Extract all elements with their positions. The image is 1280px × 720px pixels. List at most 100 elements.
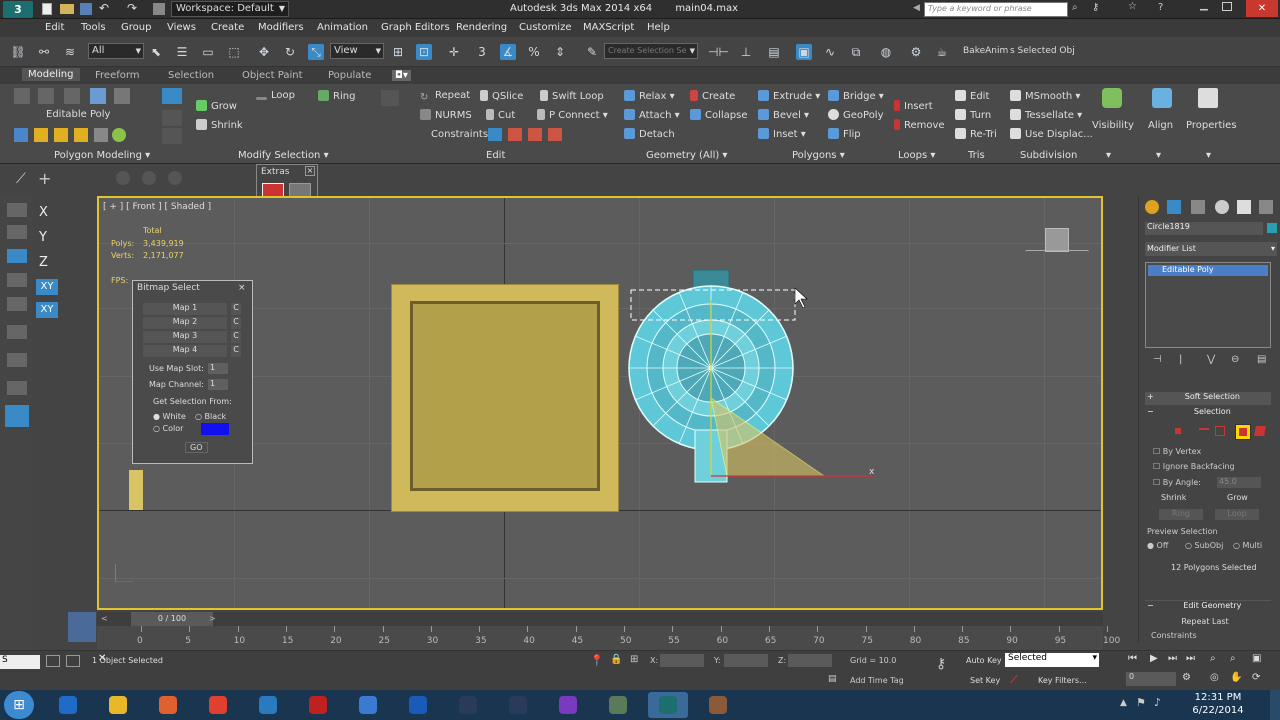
- flash-icon[interactable]: [298, 692, 338, 718]
- zoom-icon[interactable]: ⌕: [1210, 653, 1216, 664]
- app3-icon[interactable]: [698, 692, 738, 718]
- menu-tools[interactable]: Tools: [81, 22, 106, 33]
- render-setup-icon[interactable]: ⚙: [908, 44, 924, 60]
- rect-selection-icon[interactable]: ▭: [200, 44, 216, 60]
- inset-button[interactable]: Inset ▾: [758, 128, 806, 140]
- edit-geometry-rollout[interactable]: − Edit Geometry: [1145, 600, 1271, 613]
- x-coord-field[interactable]: [660, 654, 704, 667]
- current-frame-field[interactable]: 0: [1126, 672, 1176, 686]
- detach-button[interactable]: Detach: [624, 128, 675, 140]
- go-button[interactable]: GO: [185, 442, 208, 453]
- edit-tris-button[interactable]: Edit: [955, 90, 989, 102]
- star-icon[interactable]: ☆: [1128, 1, 1137, 12]
- lock-selection-icon[interactable]: 🔒: [610, 654, 622, 665]
- cut-button[interactable]: Cut: [486, 109, 515, 121]
- close-icon[interactable]: ✕: [1246, 0, 1278, 17]
- visibility-section-dropdown[interactable]: ▾: [1106, 150, 1111, 161]
- toggle-icon[interactable]: [112, 128, 126, 142]
- app-icon[interactable]: [248, 692, 288, 718]
- axis-xy-button[interactable]: XY: [36, 279, 58, 295]
- selected-obj-label[interactable]: s Selected Obj: [1010, 46, 1075, 56]
- border-level-icon[interactable]: [1215, 426, 1225, 436]
- constraint-edge-icon[interactable]: [508, 128, 522, 141]
- pin-stack-icon[interactable]: ⊣: [1153, 354, 1162, 365]
- tris-section[interactable]: Tris: [968, 150, 985, 161]
- time-tag-icon[interactable]: ▤: [828, 674, 837, 684]
- tab-modeling[interactable]: Modeling: [22, 68, 80, 81]
- material-editor-icon[interactable]: ◍: [878, 44, 894, 60]
- repeat-button[interactable]: ↻ Repeat: [420, 90, 470, 103]
- object-name-field[interactable]: Circle1819: [1145, 222, 1263, 235]
- constraint-normal-icon[interactable]: [548, 128, 562, 141]
- show-end-result-icon[interactable]: |: [1179, 354, 1182, 365]
- map-slot-spinner[interactable]: 1: [208, 363, 228, 374]
- paint-icon[interactable]: ⟋: [16, 171, 26, 187]
- map-channel-spinner[interactable]: 1: [208, 379, 228, 390]
- angle-snap-icon[interactable]: ∡: [500, 44, 516, 60]
- menu-animation[interactable]: Animation: [317, 22, 368, 33]
- object-color-swatch[interactable]: [1267, 223, 1277, 233]
- redo-icon[interactable]: ↷: [127, 1, 137, 15]
- z-coord-field[interactable]: [788, 654, 832, 667]
- rotate-icon[interactable]: ↻: [282, 44, 298, 60]
- track-bar[interactable]: 0 5 10 15 20 25 30 35 40 45 50 55 60 65 70 75 80 85 90 95 10…: [97, 626, 1120, 650]
- plus-icon[interactable]: +: [38, 169, 51, 188]
- constraint-face-icon[interactable]: [528, 128, 542, 141]
- edge-icon[interactable]: [38, 88, 54, 104]
- tool-icon[interactable]: [7, 249, 27, 263]
- create-button[interactable]: Create: [690, 90, 735, 102]
- key-icon[interactable]: ⚷: [1092, 2, 1099, 13]
- ignore-backfacing-checkbox[interactable]: ☐ Ignore Backfacing: [1153, 462, 1235, 471]
- auto-key-button[interactable]: Auto Key: [966, 656, 1002, 665]
- menu-views[interactable]: Views: [167, 22, 196, 33]
- circle-mesh-object[interactable]: x: [619, 260, 939, 500]
- box-object[interactable]: [391, 284, 619, 512]
- time-slider-thumb[interactable]: 0 / 100: [131, 612, 213, 626]
- move-icon[interactable]: ✥: [256, 44, 272, 60]
- time-config-icon[interactable]: ⚙: [1182, 672, 1191, 683]
- preserve-uvs-icon[interactable]: [381, 90, 399, 106]
- schematic-view-icon[interactable]: ⧉: [848, 44, 864, 60]
- attach-button[interactable]: Attach ▾: [624, 109, 680, 121]
- media-icon[interactable]: [148, 692, 188, 718]
- color-swatch[interactable]: [201, 423, 229, 435]
- time-next-icon[interactable]: >: [209, 614, 216, 623]
- menu-modifiers[interactable]: Modifiers: [258, 22, 304, 33]
- shrink-button[interactable]: Shrink: [1161, 493, 1186, 502]
- viewport-label[interactable]: [ + ] [ Front ] [ Shaded ]: [103, 202, 211, 212]
- stack-item-editable-poly[interactable]: Editable Poly: [1148, 265, 1268, 276]
- p-connect-button[interactable]: P Connect ▾: [537, 109, 608, 121]
- spinner-snap-icon[interactable]: ⇕: [552, 44, 568, 60]
- tool-icon[interactable]: [7, 353, 27, 367]
- axis-z-button[interactable]: Z: [39, 255, 48, 270]
- curve-editor-icon[interactable]: ∿: [822, 44, 838, 60]
- show-desktop-button[interactable]: [1270, 690, 1280, 720]
- loops-section[interactable]: Loops ▾: [898, 150, 935, 161]
- flip-button[interactable]: Flip: [828, 128, 861, 140]
- binoculars-icon[interactable]: ⌕: [1072, 2, 1078, 13]
- maxscript-listener[interactable]: S: [0, 655, 40, 669]
- modifier-list-dropdown[interactable]: Modifier List ▾: [1145, 242, 1277, 256]
- clock-date[interactable]: 6/22/2014: [1188, 705, 1248, 716]
- vertex-level-icon[interactable]: [1175, 428, 1181, 434]
- menu-create[interactable]: Create: [211, 22, 244, 33]
- tool-icon[interactable]: [7, 225, 27, 239]
- open-icon[interactable]: [60, 4, 74, 14]
- element-level-icon[interactable]: [1254, 426, 1266, 436]
- motion-tab-icon[interactable]: [1215, 200, 1229, 214]
- align-icon[interactable]: ⊥: [738, 44, 754, 60]
- select-manipulate-icon[interactable]: ⊡: [416, 44, 432, 60]
- border-icon[interactable]: [64, 88, 80, 104]
- app2-icon[interactable]: [598, 692, 638, 718]
- help-icon[interactable]: ?: [1158, 2, 1163, 13]
- map-2-button[interactable]: Map 2: [143, 317, 227, 329]
- pan-icon[interactable]: ✋: [1230, 672, 1242, 683]
- goto-start-icon[interactable]: ⏮: [1128, 653, 1137, 664]
- zoom-extents-icon[interactable]: ▣: [1252, 653, 1261, 664]
- menu-customize[interactable]: Customize: [519, 22, 572, 33]
- edge-level-icon[interactable]: [1199, 428, 1209, 430]
- axis-x-button[interactable]: X: [39, 205, 48, 220]
- map-4-button[interactable]: Map 4: [143, 345, 227, 357]
- zoom-all-icon[interactable]: ⌕: [1230, 653, 1236, 664]
- grow-button[interactable]: Grow: [196, 100, 237, 112]
